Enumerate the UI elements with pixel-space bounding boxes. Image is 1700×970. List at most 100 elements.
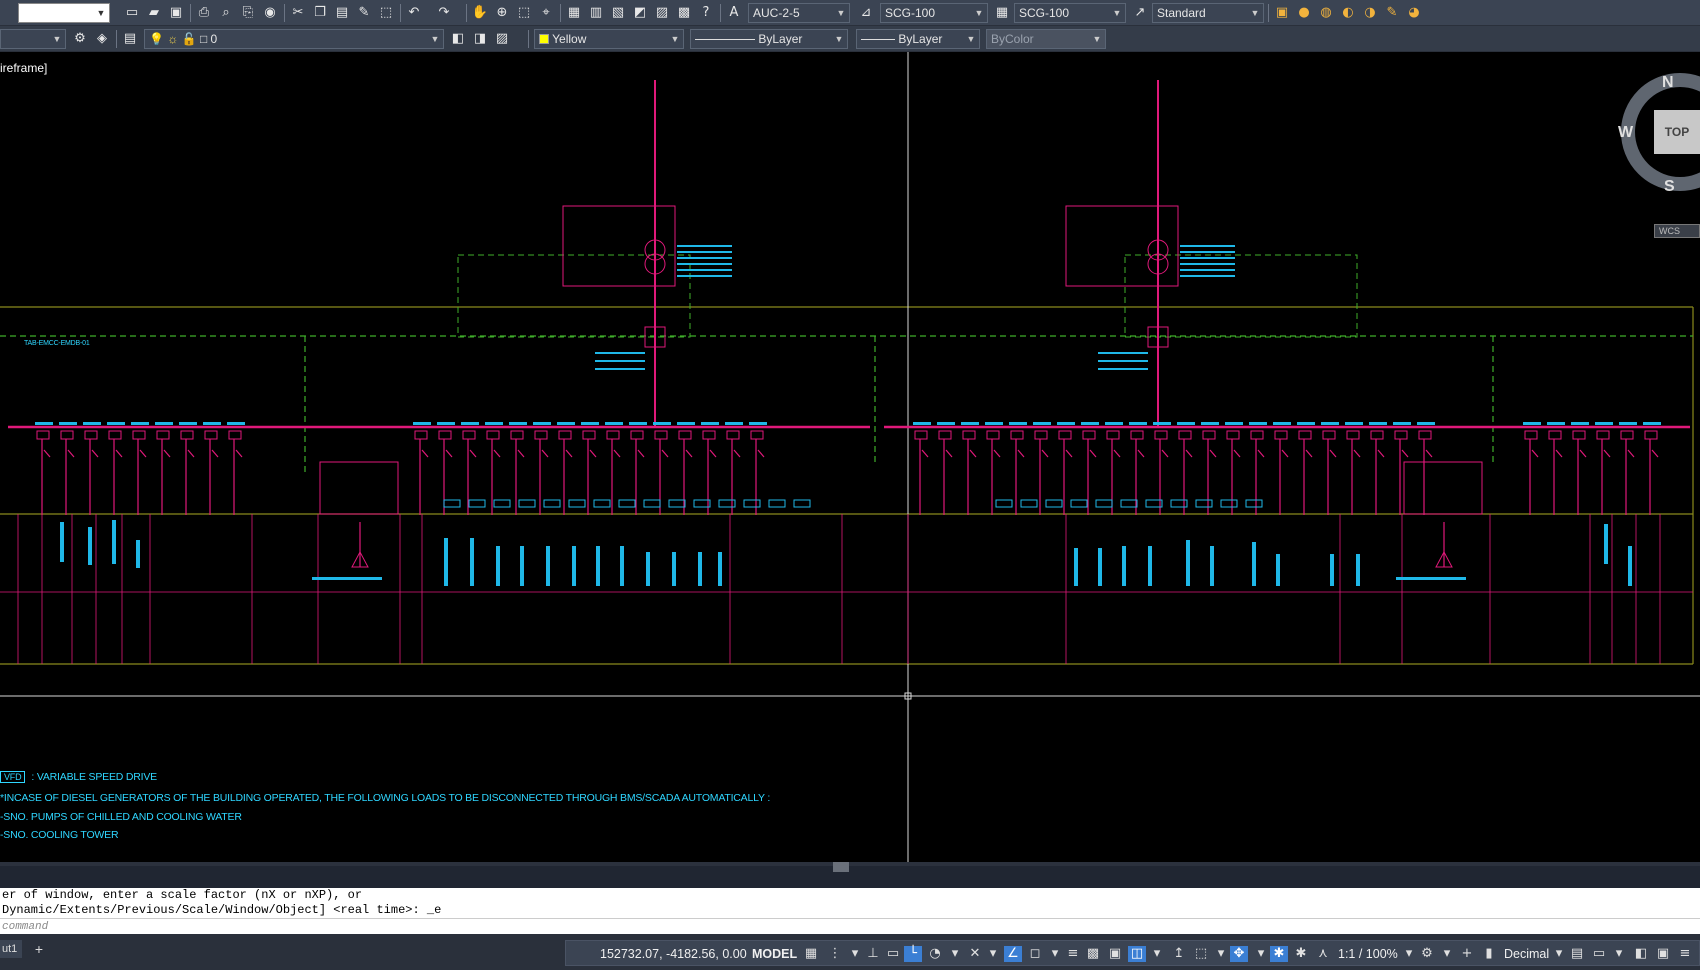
chevron-down-icon[interactable]: ▾ (984, 946, 1002, 962)
customization-menu-icon[interactable]: ≡ (1676, 946, 1694, 962)
crosshair-plus-icon[interactable]: + (1458, 946, 1476, 962)
camera-icon[interactable]: ◑ (1360, 3, 1380, 23)
chevron-down-icon[interactable]: ▾ (946, 946, 964, 962)
open-folder-icon[interactable]: ▰ (144, 3, 164, 23)
mleader-style-combo[interactable]: Standard ▼ (1152, 3, 1264, 23)
command-scroll-handle[interactable] (833, 862, 849, 872)
isolate-objects-icon[interactable]: ◧ (1632, 946, 1650, 962)
properties-icon[interactable]: ▦ (564, 3, 584, 23)
units-value[interactable]: Decimal (1504, 947, 1549, 961)
render-window-icon[interactable]: ◕ (1404, 3, 1424, 23)
compass-south-label[interactable]: S (1664, 178, 1675, 196)
layer-match-icon[interactable]: ▨ (492, 29, 512, 49)
publish-icon[interactable]: ⎘ (238, 3, 258, 23)
text-style-combo[interactable]: AUC-2-5 ▼ (748, 3, 850, 23)
3d-osnap-icon[interactable]: ◫ (1128, 946, 1146, 962)
dim-style-combo[interactable]: SCG-100 ▼ (880, 3, 988, 23)
chevron-down-icon[interactable]: ▾ (1046, 946, 1064, 962)
snap-icon[interactable]: ⋮ (826, 946, 844, 962)
viewcube-top-face[interactable]: TOP (1654, 110, 1700, 154)
text-style-icon[interactable]: A (724, 3, 744, 23)
chevron-down-icon[interactable]: ▾ (1148, 946, 1166, 962)
model-space-button[interactable]: MODEL (752, 947, 797, 961)
polar-tracking-icon[interactable]: ◔ (926, 946, 944, 962)
tab-layout1[interactable]: ut1 (0, 940, 22, 958)
lineweight-combo[interactable]: ByLayer ▼ (856, 29, 980, 49)
color-combo[interactable]: Yellow ▼ (534, 29, 684, 49)
gear-icon[interactable]: ⚙ (70, 29, 90, 49)
units-icon[interactable]: ▮ (1480, 946, 1498, 962)
lock-ui-icon[interactable]: ▭ (1590, 946, 1608, 962)
viewport-controls-label[interactable]: ireframe] (0, 61, 47, 75)
match-properties-icon[interactable]: ✎ (354, 3, 374, 23)
infer-constraints-icon[interactable]: ⊥ (864, 946, 882, 962)
zoom-realtime-icon[interactable]: ⊕ (492, 3, 512, 23)
pan-icon[interactable]: ✋ (470, 3, 490, 23)
drawing-viewport[interactable]: ireframe] TAB-EMCC-EMDB-01 VFD: VARIABLE… (0, 52, 1700, 862)
sheet-set-icon[interactable]: ◩ (630, 3, 650, 23)
tool-palettes-icon[interactable]: ▧ (608, 3, 628, 23)
visual-style-icon[interactable]: ✎ (1382, 3, 1402, 23)
chevron-down-icon[interactable]: ▾ (1550, 946, 1568, 962)
viewcube[interactable]: N W S TOP WCS (1610, 72, 1700, 262)
dim-style-icon[interactable]: ⊿ (856, 3, 876, 23)
wcs-menu[interactable]: WCS (1654, 224, 1700, 238)
undo-icon[interactable]: ↶ (404, 3, 424, 23)
chevron-down-icon[interactable]: ▾ (1438, 946, 1456, 962)
sun-icon[interactable]: ◐ (1338, 3, 1358, 23)
zoom-window-icon[interactable]: ⬚ (514, 3, 534, 23)
clean-screen-icon[interactable]: ▣ (1654, 946, 1672, 962)
gizmo-icon[interactable]: ✥ (1230, 946, 1248, 962)
selection-cycling-icon[interactable]: ▣ (1106, 946, 1124, 962)
layer-state-combo[interactable]: ▼ (0, 29, 66, 49)
new-file-icon[interactable]: ▭ (122, 3, 142, 23)
annotation-scale-value[interactable]: 1:1 / 100% (1338, 947, 1398, 961)
cut-icon[interactable]: ✂ (288, 3, 308, 23)
mleader-style-icon[interactable]: ↗ (1130, 3, 1150, 23)
calculator-icon[interactable]: ▩ (674, 3, 694, 23)
layer-properties-icon[interactable]: ▤ (120, 29, 140, 49)
dynamic-ucs-icon[interactable]: ↥ (1170, 946, 1188, 962)
3d-print-icon[interactable]: ◉ (260, 3, 280, 23)
paste-icon[interactable]: ▤ (332, 3, 352, 23)
chevron-down-icon[interactable]: ▾ (846, 946, 864, 962)
table-style-icon[interactable]: ▦ (992, 3, 1012, 23)
workspace-combo[interactable]: ▼ (18, 3, 110, 23)
annotation-scale-icon[interactable]: ⋏ (1314, 946, 1332, 962)
layer-isolate-icon[interactable]: ◈ (92, 29, 112, 49)
chevron-down-icon[interactable]: ▾ (1252, 946, 1270, 962)
transparency-icon[interactable]: ▩ (1084, 946, 1102, 962)
plot-preview-icon[interactable]: ⌕ (216, 3, 236, 23)
gear-icon[interactable]: ⚙ (1418, 946, 1436, 962)
design-center-icon[interactable]: ▥ (586, 3, 606, 23)
compass-north-label[interactable]: N (1662, 74, 1674, 92)
quick-properties-icon[interactable]: ▤ (1568, 946, 1586, 962)
add-layout-button[interactable]: + (30, 940, 48, 958)
material-icon[interactable]: ◍ (1316, 3, 1336, 23)
copy-icon[interactable]: ❐ (310, 3, 330, 23)
dynamic-input-icon[interactable]: ▭ (884, 946, 902, 962)
zoom-previous-icon[interactable]: ⌖ (536, 3, 556, 23)
auto-scale-icon[interactable]: ✱ (1292, 946, 1310, 962)
chevron-down-icon[interactable]: ▾ (1400, 946, 1418, 962)
light-icon[interactable]: ● (1294, 3, 1314, 23)
markup-icon[interactable]: ▨ (652, 3, 672, 23)
layer-combo[interactable]: 💡 ☼ 🔓 □ 0 ▼ (144, 29, 444, 49)
lineweight-icon[interactable]: ≡ (1064, 946, 1082, 962)
coordinates-readout[interactable]: 152732.07, -4182.56, 0.00 (600, 947, 747, 961)
render-icon[interactable]: ▣ (1272, 3, 1292, 23)
plot-icon[interactable]: ⎙ (194, 3, 214, 23)
compass-west-label[interactable]: W (1618, 124, 1633, 142)
grid-icon[interactable]: ▦ (802, 946, 820, 962)
save-icon[interactable]: ▣ (166, 3, 186, 23)
layer-previous-icon[interactable]: ◨ (470, 29, 490, 49)
annotation-visibility-icon[interactable]: ✱ (1270, 946, 1288, 962)
chevron-down-icon[interactable]: ▾ (1212, 946, 1230, 962)
isodraft-icon[interactable]: ✕ (966, 946, 984, 962)
make-current-layer-icon[interactable]: ◧ (448, 29, 468, 49)
command-input[interactable]: command (0, 918, 1700, 934)
chevron-down-icon[interactable]: ▾ (1610, 946, 1628, 962)
selection-filter-icon[interactable]: ⬚ (1192, 946, 1210, 962)
block-editor-icon[interactable]: ⬚ (376, 3, 396, 23)
ortho-icon[interactable]: └ (904, 946, 922, 962)
